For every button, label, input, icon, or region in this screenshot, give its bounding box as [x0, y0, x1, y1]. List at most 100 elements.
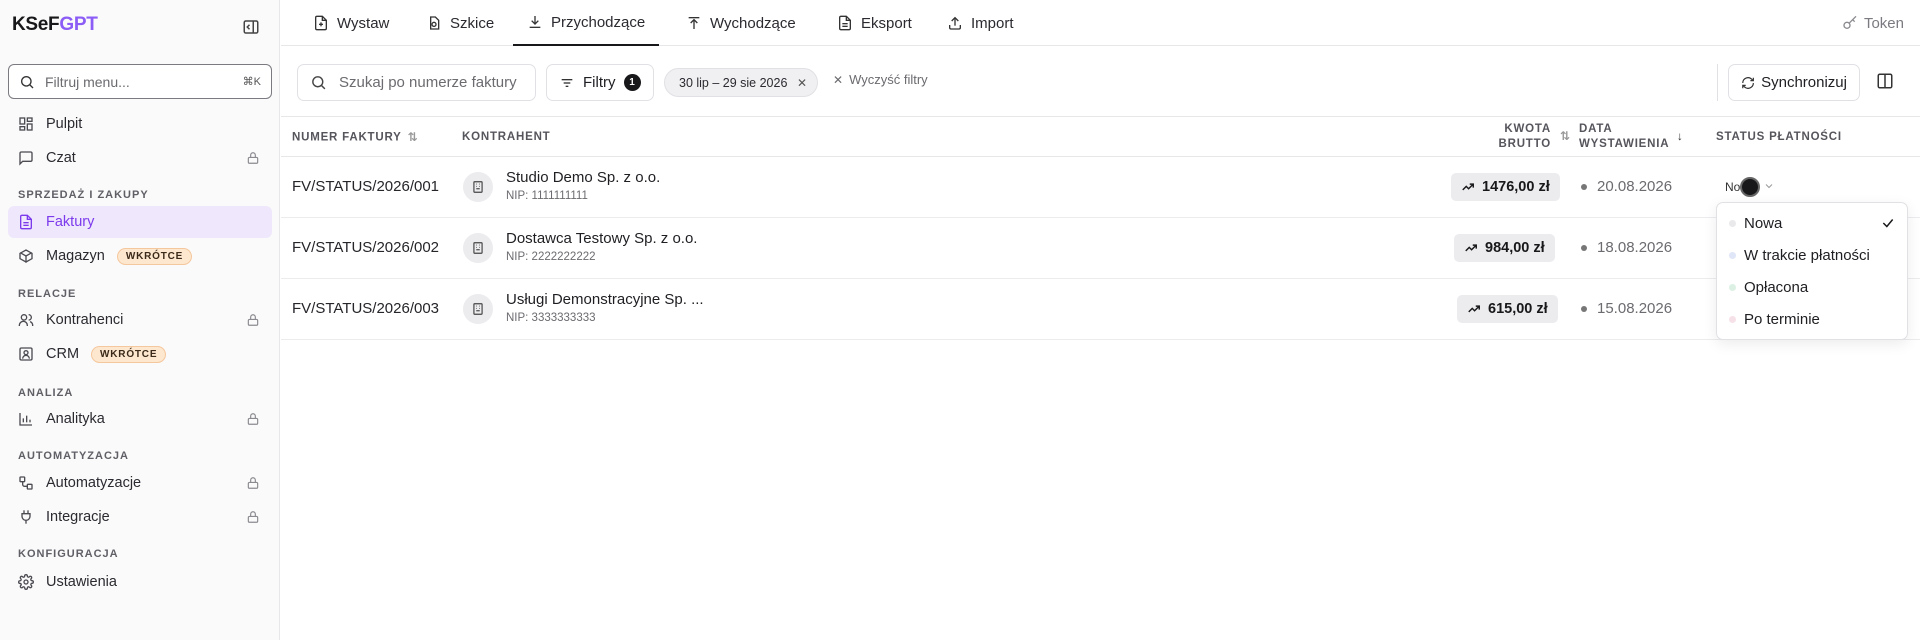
status-color-dot — [1729, 251, 1736, 259]
sidebar-item-analityka[interactable]: Analityka — [8, 403, 272, 435]
sidebar-item-label: Integracje — [46, 509, 110, 525]
tab-wystaw[interactable]: Wystaw — [313, 0, 389, 46]
columns-toggle-icon[interactable] — [1876, 72, 1894, 90]
building-icon — [463, 172, 493, 202]
status-option-in-progress[interactable]: W trakcie płatności — [1717, 239, 1907, 271]
invoice-number[interactable]: FV/STATUS/2026/003 — [292, 300, 439, 317]
document-icon — [20, 214, 32, 230]
chat-icon — [19, 151, 33, 166]
tab-label: Przychodzące — [551, 13, 646, 31]
sidebar-item-integracje[interactable]: Integracje — [8, 501, 272, 533]
invoice-search-input[interactable]: Szukaj po numerze faktury — [297, 64, 536, 101]
amount-value: 1476,00 zł — [1482, 179, 1550, 195]
section-label-automation: AUTOMATYZACJA — [18, 450, 129, 462]
status-trigger-text: No — [1725, 180, 1741, 194]
sidebar-item-label: Analityka — [46, 411, 105, 427]
status-option-nowa[interactable]: Nowa — [1717, 207, 1907, 239]
toolbar-divider — [1717, 64, 1718, 101]
table-row[interactable]: FV/STATUS/2026/001 Studio Demo Sp. z o.o… — [281, 157, 1920, 218]
tab-label: Import — [971, 14, 1014, 32]
sort-icon: ⇅ — [407, 130, 419, 144]
chevron-down-icon — [1765, 184, 1773, 189]
header-gross-amount[interactable]: KWOTA BRUTTO — [1485, 122, 1551, 152]
building-icon — [463, 294, 493, 324]
date-dot — [1581, 244, 1587, 251]
clear-filters-button[interactable]: ✕ Wyczyść filtry — [833, 72, 928, 87]
sidebar: KSeFGPT Filtruj menu... ⌘K Pulpit Czat S… — [0, 0, 280, 640]
sidebar-item-ustawienia[interactable]: Ustawienia — [8, 566, 272, 598]
status-option-label: Nowa — [1744, 214, 1783, 232]
plug-icon — [21, 510, 31, 524]
amount-badge: 615,00 zł — [1457, 295, 1558, 323]
remove-chip-icon[interactable]: ✕ — [797, 76, 807, 90]
status-color-dot — [1729, 283, 1736, 291]
trend-up-icon — [1465, 244, 1477, 252]
date-range-chip[interactable]: 30 lip – 29 sie 2026 ✕ — [664, 68, 818, 97]
tab-label: Wystaw — [337, 14, 390, 32]
payment-status-select[interactable]: No — [1719, 176, 1783, 198]
contractor-name: Studio Demo Sp. z o.o. — [506, 169, 661, 186]
status-dropdown-menu: Nowa W trakcie płatności Opłacona Po ter… — [1716, 202, 1908, 340]
table-row[interactable]: FV/STATUS/2026/003 Usługi Demonstracyjne… — [281, 279, 1920, 340]
amount-badge: 984,00 zł — [1454, 234, 1555, 262]
token-button[interactable]: Token — [1842, 0, 1904, 46]
tab-wychodzace[interactable]: Wychodzące — [686, 0, 796, 46]
sidebar-item-crm[interactable]: CRM WKRÓTCE — [8, 338, 272, 370]
sidebar-item-pulpit[interactable]: Pulpit — [8, 108, 272, 140]
sidebar-item-automatyzacje[interactable]: Automatyzacje — [8, 467, 272, 499]
invoice-number[interactable]: FV/STATUS/2026/001 — [292, 178, 439, 195]
file-plus-icon — [315, 15, 327, 31]
menu-filter-placeholder: Filtruj menu... — [45, 73, 130, 90]
tab-import[interactable]: Import — [947, 0, 1014, 46]
check-icon — [1882, 219, 1894, 228]
header-date-line2: WYSTAWIENIA — [1579, 138, 1670, 150]
sort-icon[interactable]: ⇅ — [1554, 129, 1571, 145]
sidebar-item-faktury[interactable]: Faktury — [8, 206, 272, 238]
coming-soon-badge: WKRÓTCE — [91, 345, 167, 363]
contractor-nip: NIP: 3333333333 — [506, 312, 596, 324]
header-amount-line1: KWOTA — [1504, 123, 1551, 135]
contractor-nip: NIP: 2222222222 — [506, 251, 596, 263]
sort-desc-icon[interactable]: ↓ — [1677, 130, 1684, 145]
download-icon — [529, 16, 541, 28]
filters-button[interactable]: Filtry 1 — [546, 64, 654, 101]
tab-szkice[interactable]: Szkice — [426, 0, 494, 46]
status-option-label: Po terminie — [1744, 310, 1820, 328]
key-icon — [1843, 15, 1857, 29]
sidebar-item-magazyn[interactable]: Magazyn WKRÓTCE — [8, 240, 272, 272]
tab-eksport[interactable]: Eksport — [837, 0, 912, 46]
header-issue-date[interactable]: DATA WYSTAWIENIA — [1579, 122, 1669, 152]
sidebar-item-label: Magazyn — [46, 248, 105, 264]
header-contractor: KONTRAHENT — [462, 131, 551, 143]
status-color-dot — [1729, 219, 1736, 227]
app-logo[interactable]: KSeFGPT — [12, 14, 98, 36]
tab-przychodzace[interactable]: Przychodzące — [513, 0, 660, 46]
sync-button[interactable]: Synchronizuj — [1728, 64, 1860, 101]
tab-label: Wychodzące — [710, 14, 796, 32]
upload-icon — [688, 17, 700, 29]
issue-date: 18.08.2026 — [1580, 239, 1672, 256]
status-color-dot — [1729, 315, 1736, 323]
workflow-icon — [19, 476, 33, 490]
table-row[interactable]: FV/STATUS/2026/002 Dostawca Testowy Sp. … — [281, 218, 1920, 279]
status-cursor-knob — [1740, 177, 1760, 197]
status-option-overdue[interactable]: Po terminie — [1717, 303, 1907, 335]
menu-filter-input[interactable]: Filtruj menu... ⌘K — [8, 64, 272, 99]
header-invoice-number[interactable]: NUMER FAKTURY ⇅ — [292, 130, 419, 146]
sidebar-item-czat[interactable]: Czat — [8, 142, 272, 174]
sidebar-item-label: Faktury — [46, 214, 95, 230]
collapse-sidebar-icon[interactable] — [242, 18, 260, 36]
coming-soon-badge: WKRÓTCE — [116, 247, 193, 265]
status-option-paid[interactable]: Opłacona — [1717, 271, 1907, 303]
sidebar-item-label: Automatyzacje — [46, 475, 142, 491]
lock-icon — [247, 314, 259, 326]
sidebar-item-kontrahenci[interactable]: Kontrahenci — [8, 304, 272, 336]
issue-date-value: 15.08.2026 — [1597, 300, 1673, 317]
date-dot — [1581, 305, 1587, 312]
header-amount-line2: BRUTTO — [1498, 138, 1551, 150]
chart-icon — [19, 413, 32, 426]
refresh-icon — [1742, 76, 1754, 89]
date-range-label: 30 lip – 29 sie 2026 — [679, 75, 788, 90]
shortcut-hint: ⌘K — [242, 76, 261, 88]
invoice-number[interactable]: FV/STATUS/2026/002 — [292, 239, 439, 256]
